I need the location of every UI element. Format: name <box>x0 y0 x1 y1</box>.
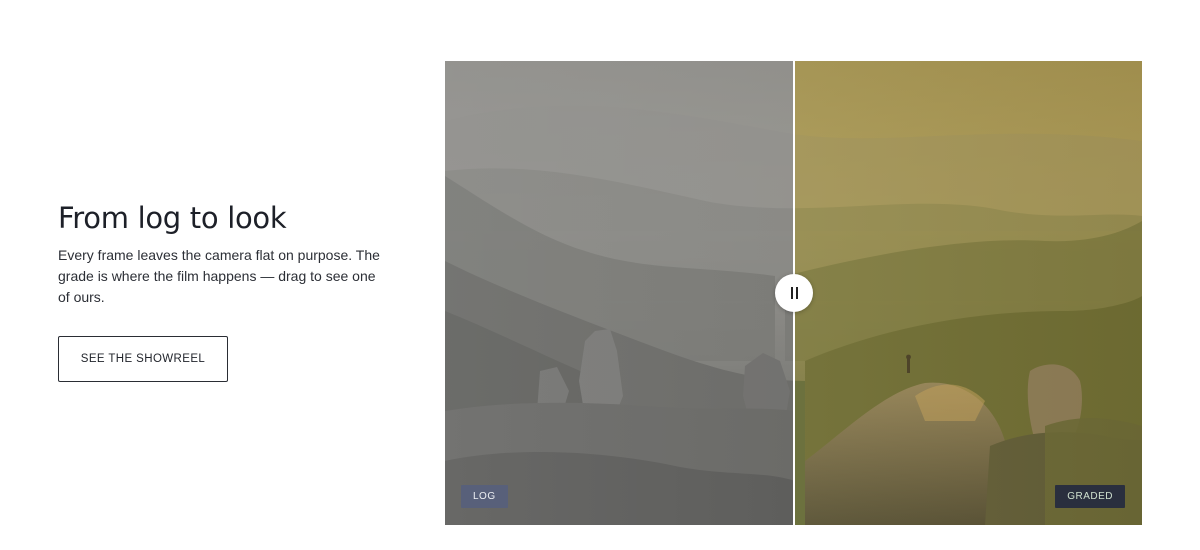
section-heading: From log to look <box>58 201 287 235</box>
log-label: LOG <box>461 485 508 508</box>
log-image <box>445 61 794 525</box>
drag-handle[interactable] <box>775 274 813 312</box>
pause-bars-icon <box>790 287 793 299</box>
pause-bars-icon-right <box>795 287 798 299</box>
see-showreel-button[interactable]: SEE THE SHOWREEL <box>58 336 228 382</box>
landscape-log-image <box>445 61 794 525</box>
graded-label: GRADED <box>1055 485 1125 508</box>
intro-copy: From log to look Every frame leaves the … <box>58 196 398 382</box>
before-after-slider[interactable]: LOG GRADED <box>445 61 1142 525</box>
section-description: Every frame leaves the camera flat on pu… <box>58 247 380 305</box>
page: From log to look Every frame leaves the … <box>0 0 1200 550</box>
